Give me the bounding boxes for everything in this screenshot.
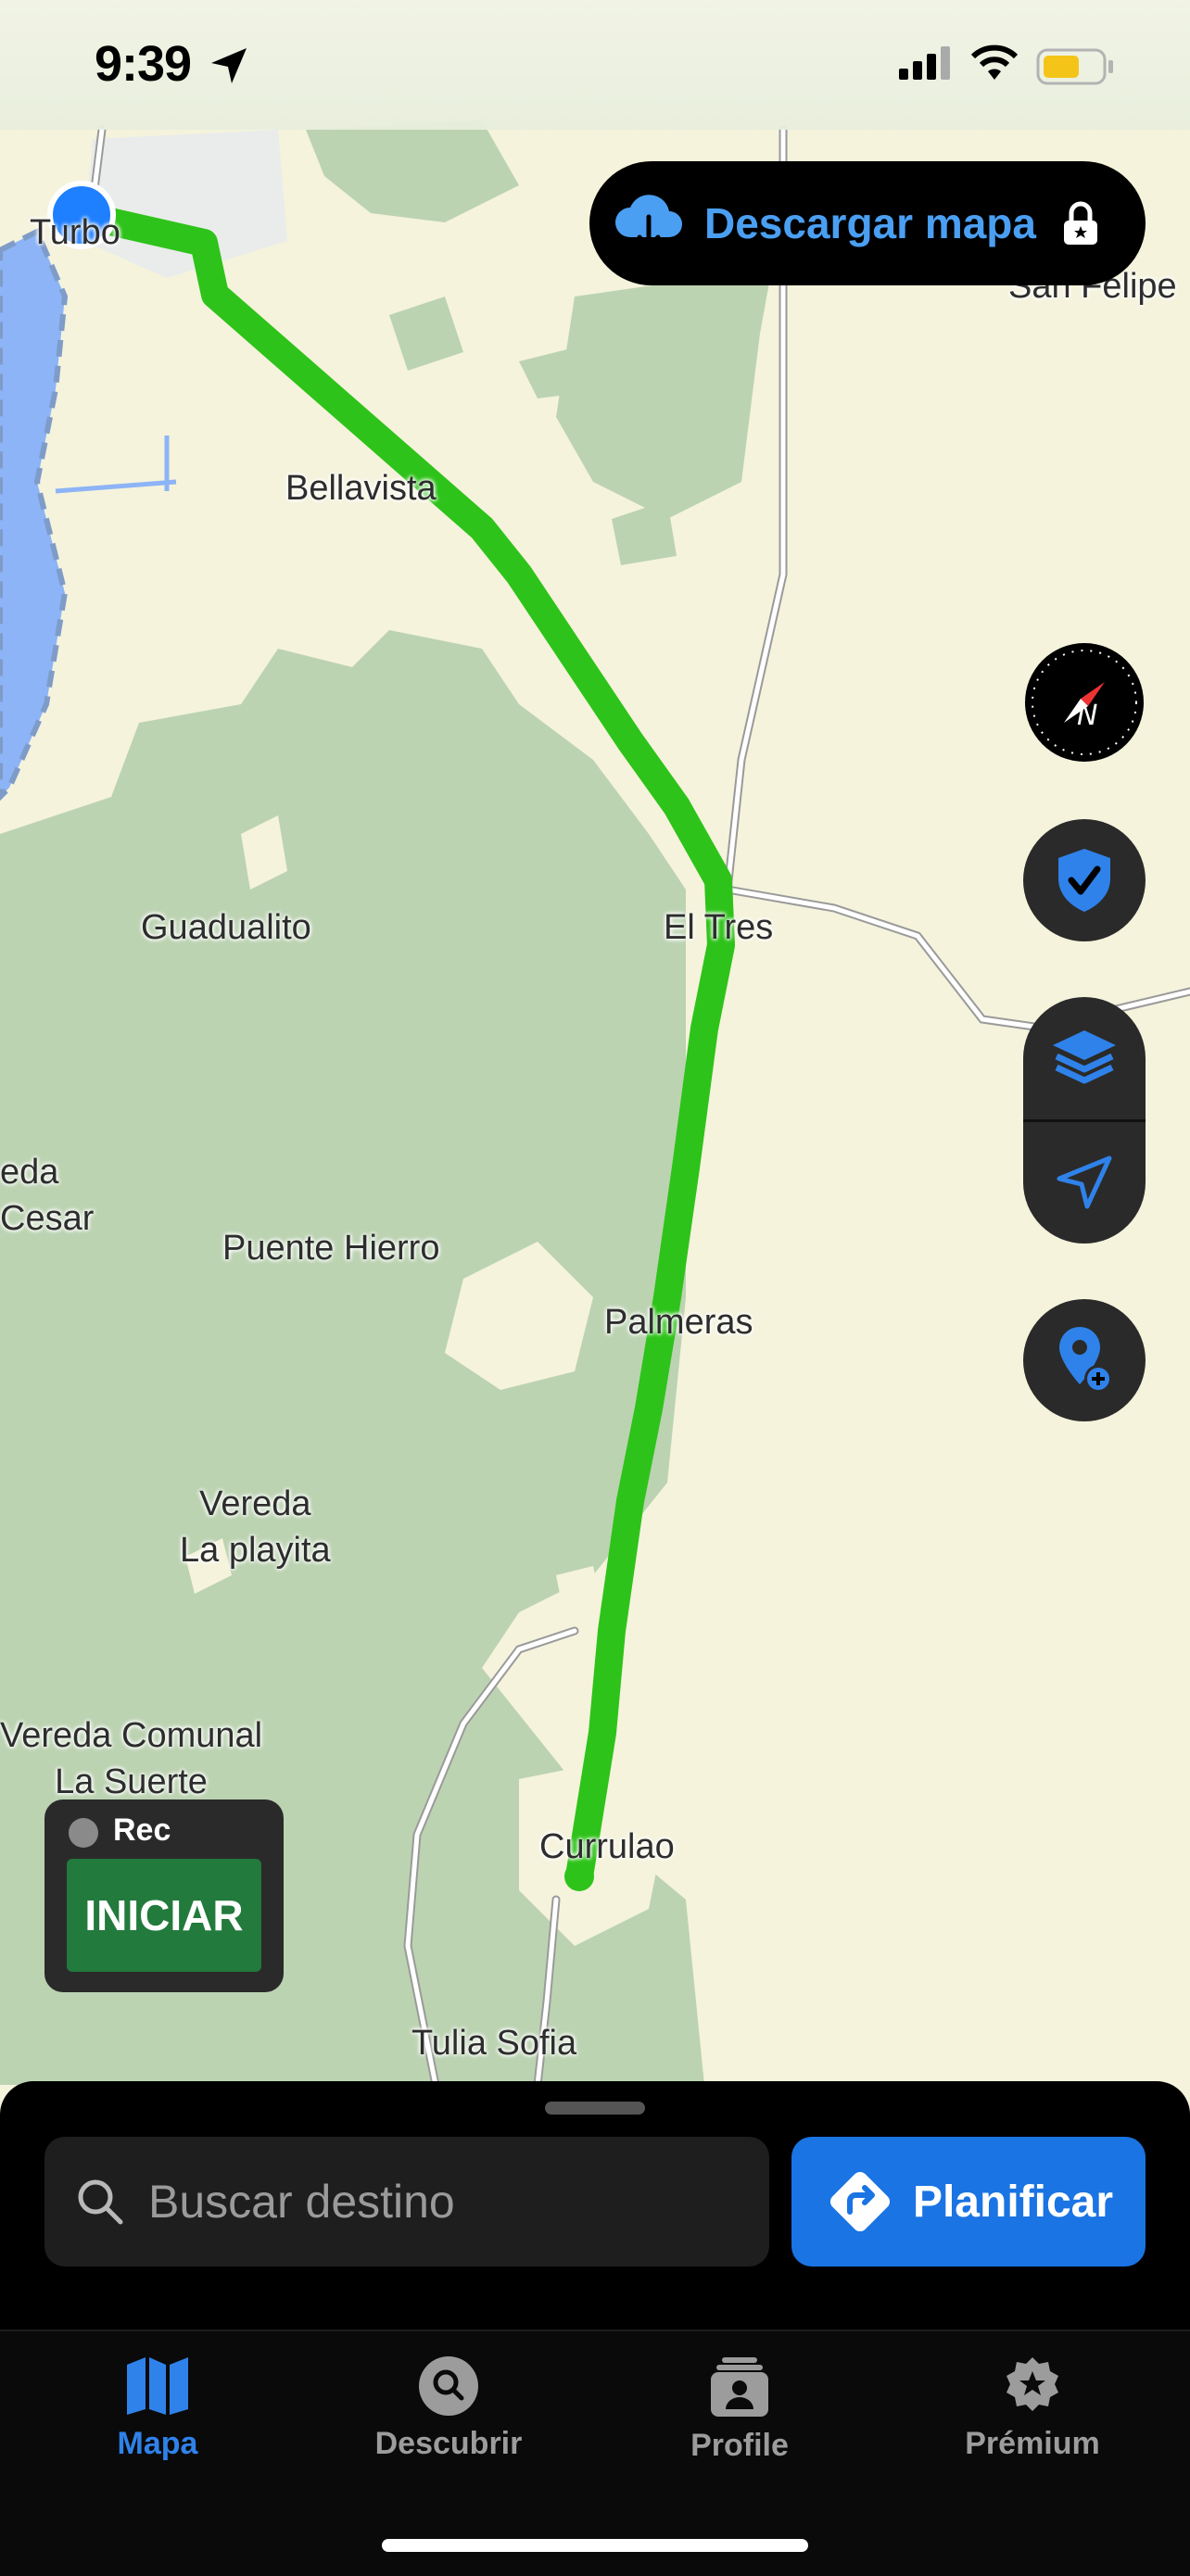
star-badge-icon bbox=[1006, 2357, 1058, 2411]
location-arrow-icon bbox=[211, 48, 247, 83]
safety-shield-button[interactable] bbox=[1023, 819, 1146, 941]
tab-mapa-label: Mapa bbox=[117, 2426, 198, 2461]
search-icon bbox=[78, 2179, 123, 2225]
map-icon bbox=[127, 2357, 188, 2415]
svg-text:N: N bbox=[1077, 700, 1097, 732]
compass-button[interactable]: N bbox=[1025, 643, 1144, 762]
map-label-puente-hierro: Puente Hierro bbox=[222, 1229, 440, 1268]
map-label-currulao: Currulao bbox=[539, 1827, 675, 1866]
add-location-pin-icon bbox=[1059, 1327, 1112, 1393]
tab-descubrir-label: Descubrir bbox=[374, 2426, 523, 2461]
compass-icon: N bbox=[1032, 650, 1137, 755]
map-label-tulia-sofia: Tulia Sofia bbox=[411, 2024, 577, 2063]
map-label-cesar: eda Cesar bbox=[0, 1153, 95, 1238]
map-label-turbo: Turbo bbox=[30, 213, 120, 252]
search-placeholder: Buscar destino bbox=[148, 2176, 455, 2228]
cellular-signal-icon bbox=[899, 46, 950, 80]
navigation-arrow-icon[interactable] bbox=[1052, 1151, 1117, 1216]
map-label-la-suerte: Vereda Comunal La Suerte bbox=[0, 1716, 263, 1801]
tab-profile-label: Profile bbox=[690, 2428, 789, 2463]
map-label-el-tres: El Tres bbox=[664, 908, 774, 947]
sheet-drag-handle[interactable] bbox=[545, 2102, 645, 2115]
map-label-la-playita: Vereda La playita bbox=[180, 1484, 331, 1570]
tab-mapa[interactable]: Mapa bbox=[46, 2355, 269, 2467]
recording-status-dot bbox=[69, 1818, 98, 1848]
profile-card-icon bbox=[711, 2357, 768, 2417]
map-label-bellavista: Bellavista bbox=[285, 469, 437, 508]
cloud-download-icon bbox=[615, 195, 682, 252]
map-label-guadualito: Guadualito bbox=[141, 908, 311, 947]
tab-premium[interactable]: Prémium bbox=[921, 2355, 1144, 2467]
start-recording-button[interactable]: INICIAR bbox=[67, 1859, 261, 1972]
track-recorder-panel: Rec INICIAR bbox=[44, 1799, 284, 1992]
home-indicator[interactable] bbox=[382, 2539, 808, 2552]
wifi-icon bbox=[970, 44, 1019, 80]
battery-icon bbox=[1036, 48, 1113, 85]
plan-route-label: Planificar bbox=[912, 2177, 1114, 2227]
recorder-status-label: Rec bbox=[113, 1812, 171, 1848]
download-map-button[interactable]: Descargar mapa bbox=[589, 161, 1146, 285]
tab-profile[interactable]: Profile bbox=[628, 2355, 851, 2467]
directions-icon bbox=[829, 2171, 890, 2232]
status-time: 9:39 bbox=[95, 36, 192, 92]
shield-check-icon bbox=[1058, 849, 1110, 912]
layers-icon[interactable] bbox=[1047, 1021, 1121, 1095]
add-place-button[interactable] bbox=[1023, 1299, 1146, 1421]
tab-descubrir[interactable]: Descubrir bbox=[337, 2355, 560, 2467]
tab-premium-label: Prémium bbox=[965, 2426, 1100, 2461]
plan-route-button[interactable]: Planificar bbox=[791, 2137, 1146, 2267]
lock-icon bbox=[1063, 201, 1097, 245]
map-layers-locate-group bbox=[1023, 997, 1146, 1244]
search-circle-icon bbox=[419, 2356, 478, 2416]
search-destination-input[interactable]: Buscar destino bbox=[44, 2137, 769, 2267]
map-label-palmeras: Palmeras bbox=[604, 1303, 753, 1342]
download-map-label: Descargar mapa bbox=[704, 199, 1036, 247]
